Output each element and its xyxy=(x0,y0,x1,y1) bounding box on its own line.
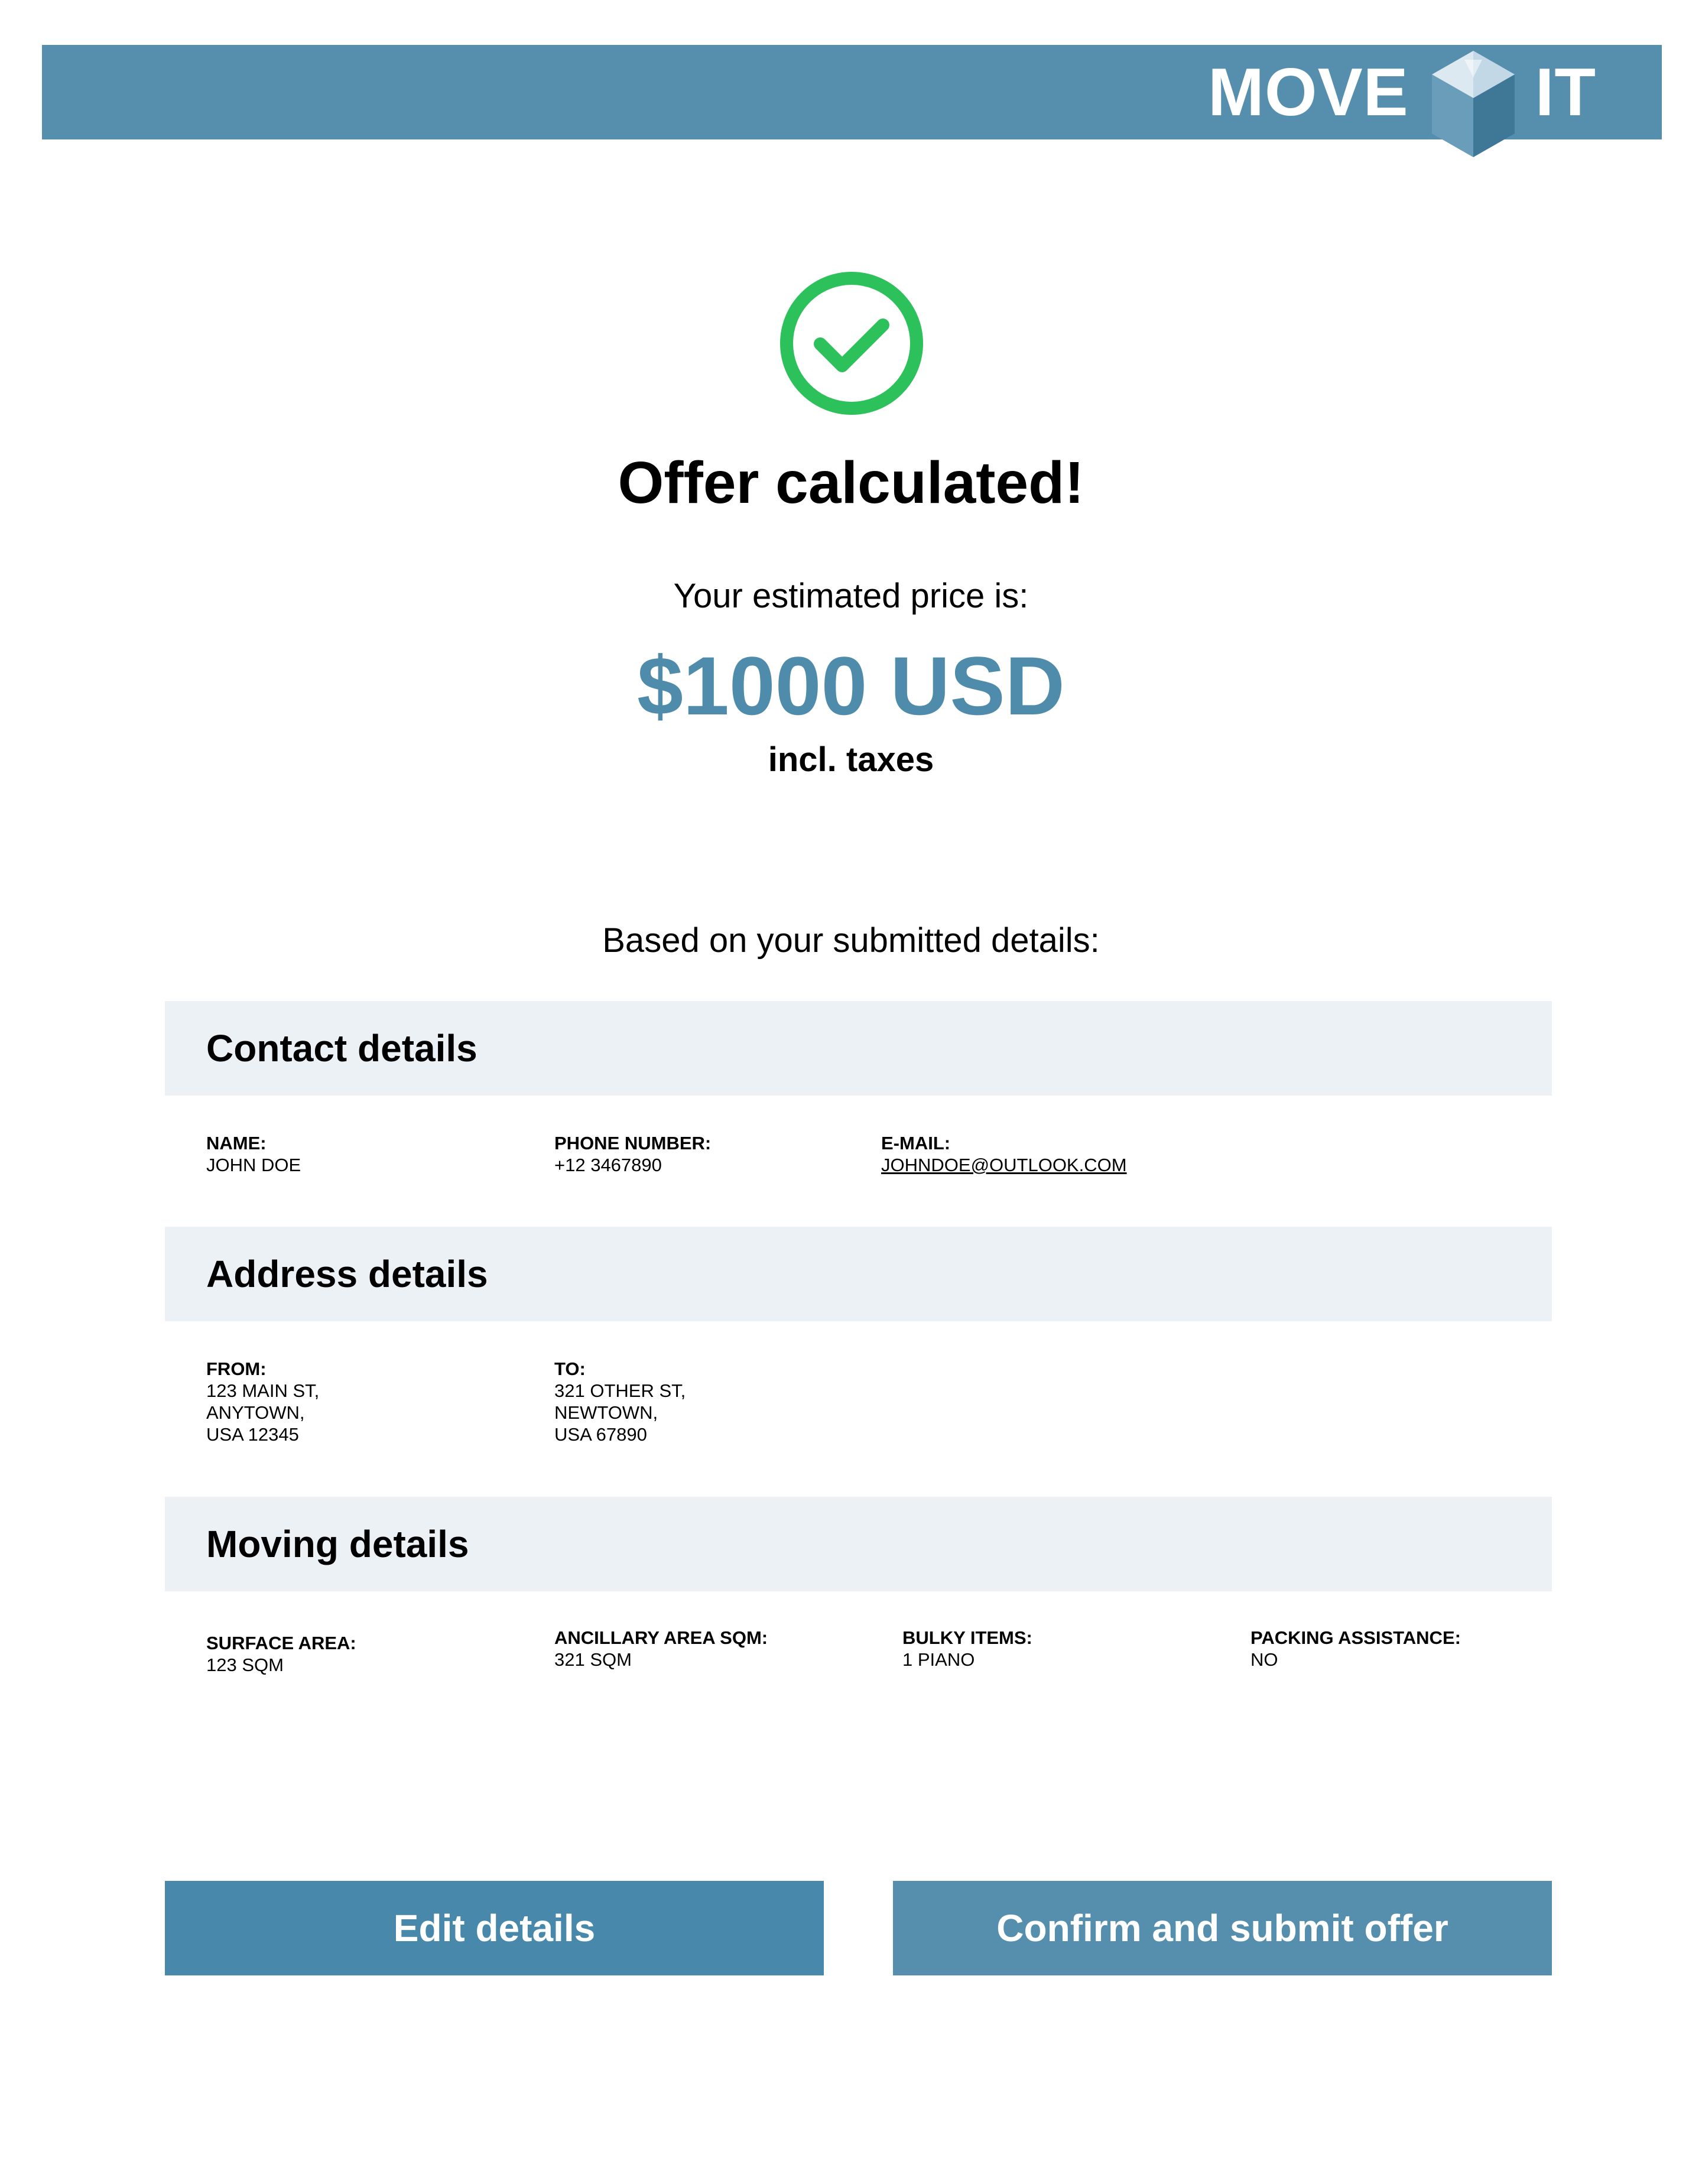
from-value: 123 MAIN ST, ANYTOWN, USA 12345 xyxy=(206,1380,320,1445)
surface-area-label: SURFACE AREA: xyxy=(206,1633,356,1653)
moving-details-heading: Moving details xyxy=(165,1497,1552,1591)
email-label: E-MAIL: xyxy=(881,1133,951,1153)
ancillary-area-label: ANCILLARY AREA SQM: xyxy=(554,1627,768,1648)
phone-value: +12 3467890 xyxy=(554,1155,662,1175)
details-intro: Based on your submitted details: xyxy=(602,921,1100,960)
packing-assistance-value: NO xyxy=(1250,1649,1278,1670)
contact-details-heading: Contact details xyxy=(165,1001,1552,1096)
logo-text-it: IT xyxy=(1535,54,1596,130)
ancillary-area-value: 321 SQM xyxy=(554,1649,632,1670)
ancillary-area-field: ANCILLARY AREA SQM: 321 SQM xyxy=(554,1627,768,1670)
to-address-field: TO: 321 OTHER ST, NEWTOWN, USA 67890 xyxy=(554,1358,686,1445)
email-field: E-MAIL: JOHNDOE@OUTLOOK.COM xyxy=(881,1132,1127,1176)
page-title: Offer calculated! xyxy=(618,450,1084,516)
check-circle-icon xyxy=(780,272,923,415)
name-label: NAME: xyxy=(206,1133,267,1153)
header-bar: MOVE IT xyxy=(42,45,1662,157)
tax-note: incl. taxes xyxy=(768,740,934,779)
phone-field: PHONE NUMBER: +12 3467890 xyxy=(554,1132,711,1176)
bulky-items-label: BULKY ITEMS: xyxy=(902,1627,1032,1648)
logo[interactable]: MOVE IT xyxy=(1207,45,1596,157)
from-label: FROM: xyxy=(206,1358,267,1379)
address-details-heading: Address details xyxy=(165,1227,1552,1321)
estimated-price: $1000 USD xyxy=(637,639,1065,732)
name-field: NAME: JOHN DOE xyxy=(206,1132,301,1176)
from-address-field: FROM: 123 MAIN ST, ANYTOWN, USA 12345 xyxy=(206,1358,319,1445)
surface-area-value: 123 SQM xyxy=(206,1655,284,1675)
bulky-items-field: BULKY ITEMS: 1 PIANO xyxy=(902,1627,1032,1670)
to-label: TO: xyxy=(554,1358,586,1379)
price-intro: Your estimated price is: xyxy=(673,577,1029,615)
edit-details-button[interactable]: Edit details xyxy=(165,1881,824,1975)
cube-icon xyxy=(1431,51,1515,157)
surface-area-field: SURFACE AREA: 123 SQM xyxy=(206,1632,356,1676)
confirm-submit-button[interactable]: Confirm and submit offer xyxy=(893,1881,1552,1975)
packing-assistance-field: PACKING ASSISTANCE: NO xyxy=(1250,1627,1461,1670)
logo-text-move: MOVE xyxy=(1207,54,1409,130)
email-link[interactable]: JOHNDOE@OUTLOOK.COM xyxy=(881,1154,1127,1176)
phone-label: PHONE NUMBER: xyxy=(554,1133,712,1153)
packing-assistance-label: PACKING ASSISTANCE: xyxy=(1250,1627,1461,1648)
name-value: JOHN DOE xyxy=(206,1155,301,1175)
bulky-items-value: 1 PIANO xyxy=(902,1649,975,1670)
to-value: 321 OTHER ST, NEWTOWN, USA 67890 xyxy=(554,1380,686,1445)
